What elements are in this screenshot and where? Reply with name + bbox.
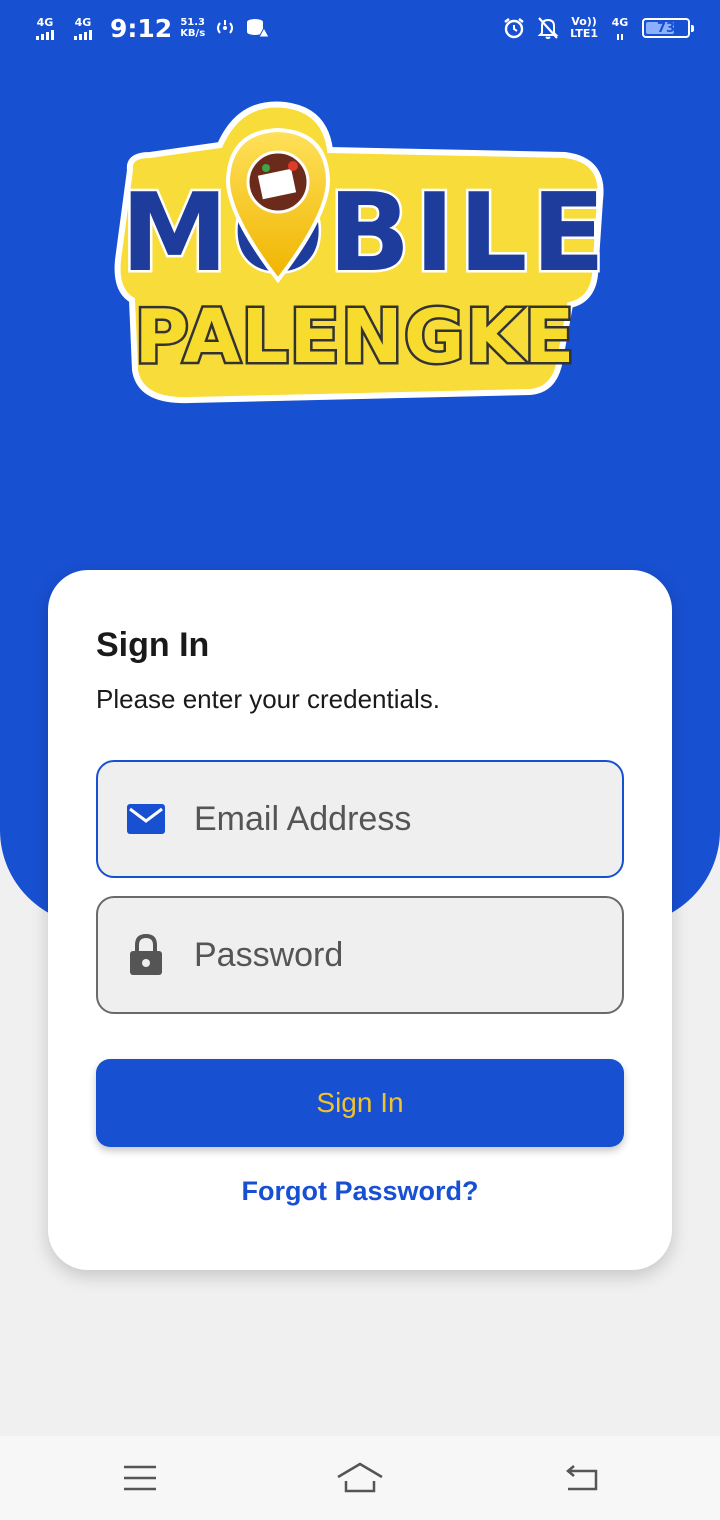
back-icon [566, 1465, 598, 1491]
signin-title: Sign In [96, 626, 210, 664]
notifications-off-icon [537, 17, 559, 39]
clock: 9:12 [110, 13, 173, 43]
mobile-data-icon: 4G [608, 17, 632, 40]
password-input[interactable] [194, 935, 594, 975]
home-icon [337, 1462, 383, 1493]
system-nav-bar [0, 1436, 720, 1520]
sim2-signal-icon: 4G [68, 17, 98, 40]
menu-icon [124, 1465, 156, 1491]
alarm-icon [504, 18, 524, 39]
status-bar: 4G 4G 9:12 51.3 KB/s Vo)) LTE1 4G 73 [0, 0, 720, 56]
email-field[interactable] [96, 760, 624, 878]
email-input[interactable] [194, 799, 594, 839]
status-bar-right: Vo)) LTE1 4G 73 [502, 12, 694, 44]
status-bar-left: 4G 4G 9:12 51.3 KB/s [30, 12, 270, 44]
email-icon [124, 797, 168, 841]
data-saver-icon [247, 19, 270, 38]
battery-level: 73 [656, 20, 676, 36]
battery-icon: 73 [642, 18, 694, 38]
signin-button[interactable]: Sign In [96, 1059, 624, 1147]
hotspot-icon [217, 20, 234, 34]
signin-subtitle: Please enter your credentials. [96, 684, 440, 714]
forgot-password-link[interactable]: Forgot Password? [48, 1176, 672, 1207]
lock-icon [124, 933, 168, 977]
menu-button[interactable] [115, 1456, 165, 1500]
password-field[interactable] [96, 896, 624, 1014]
logo-text-line1: MOBILE [121, 171, 609, 296]
network-speed: 51.3 KB/s [180, 17, 206, 39]
home-button[interactable] [335, 1456, 385, 1500]
signin-card: Sign In Please enter your credentials. S… [48, 570, 672, 1270]
back-button[interactable] [555, 1456, 605, 1500]
mobile-palengke-logo: MOBILE PALENGKE [114, 101, 609, 404]
volte-indicator: Vo)) LTE1 [570, 15, 598, 40]
logo-text-line2: PALENGKE [135, 294, 576, 380]
sim1-signal-icon: 4G [30, 17, 60, 40]
